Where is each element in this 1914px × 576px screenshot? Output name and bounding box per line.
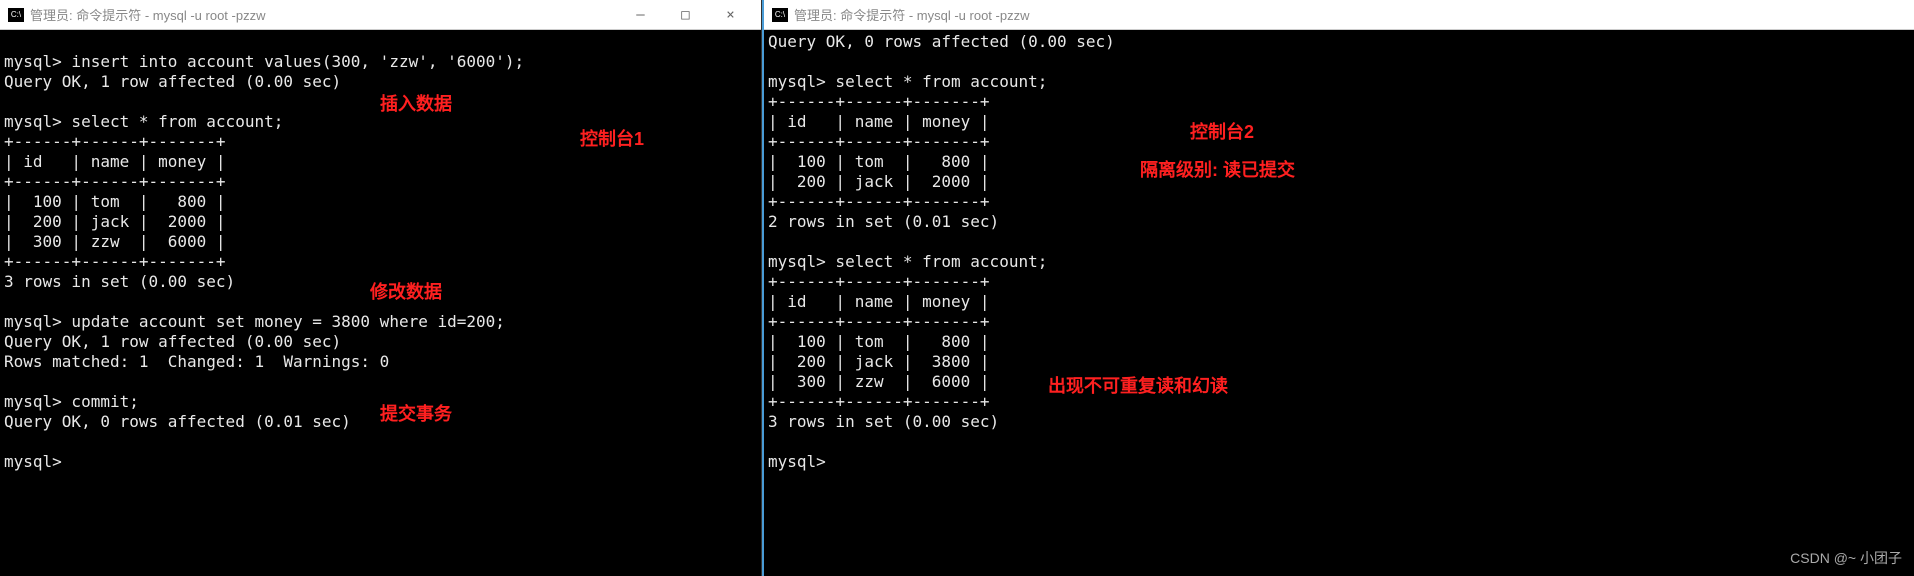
terminal-output-2[interactable]: Query OK, 0 rows affected (0.00 sec) mys…	[764, 30, 1914, 576]
annotation-phantom: 出现不可重复读和幻读	[1048, 372, 1228, 398]
annotation-insert: 插入数据	[380, 90, 452, 116]
window-controls-1: — □ ×	[618, 0, 753, 30]
annotation-isolation: 隔离级别: 读已提交	[1140, 156, 1295, 182]
console-window-2: C:\ 管理员: 命令提示符 - mysql -u root -pzzw Que…	[764, 0, 1914, 576]
watermark: CSDN @~ 小团子	[1790, 548, 1902, 568]
titlebar-1: C:\ 管理员: 命令提示符 - mysql -u root -pzzw — □…	[0, 0, 761, 30]
maximize-button[interactable]: □	[663, 0, 708, 30]
cmd-icon: C:\	[772, 8, 788, 22]
titlebar-2: C:\ 管理员: 命令提示符 - mysql -u root -pzzw	[764, 0, 1914, 30]
annotation-update: 修改数据	[370, 278, 442, 304]
window-title-2: 管理员: 命令提示符 - mysql -u root -pzzw	[794, 5, 1906, 24]
cmd-icon: C:\	[8, 8, 24, 22]
annotation-commit: 提交事务	[380, 400, 452, 426]
close-button[interactable]: ×	[708, 0, 753, 30]
window-title-1: 管理员: 命令提示符 - mysql -u root -pzzw	[30, 5, 618, 24]
minimize-button[interactable]: —	[618, 0, 663, 30]
annotation-console2: 控制台2	[1190, 118, 1254, 144]
annotation-console1: 控制台1	[580, 125, 644, 151]
